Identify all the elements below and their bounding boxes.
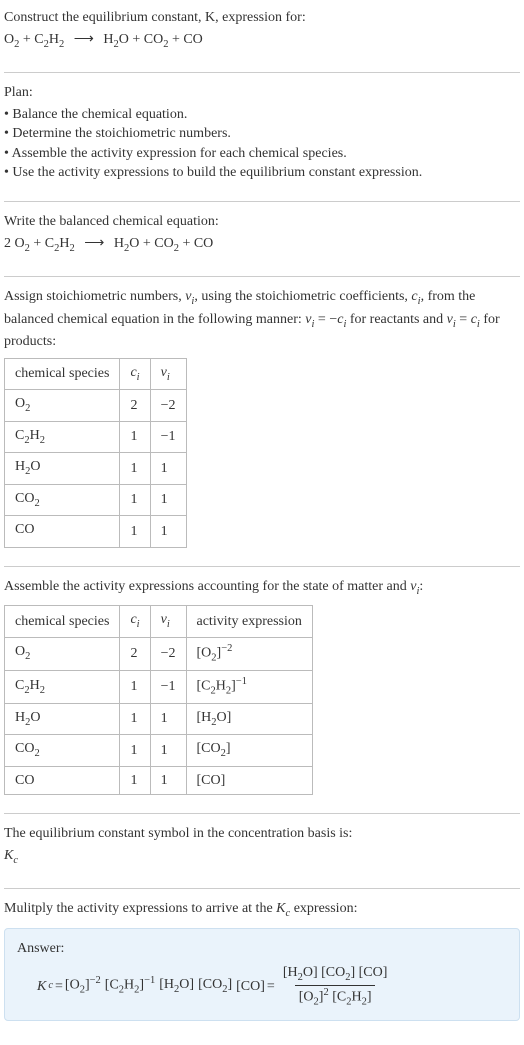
numerator: [H2O] [CO2] [CO] bbox=[279, 963, 392, 985]
plan-item: Assemble the activity expression for eac… bbox=[4, 144, 520, 164]
table-row: C2H21−1 bbox=[5, 421, 187, 452]
table-row: CO11 bbox=[5, 516, 187, 547]
arrow-icon: ⟶ bbox=[74, 32, 94, 47]
table-row: O22−2[O2]−2 bbox=[5, 637, 313, 670]
arrow-icon: ⟶ bbox=[84, 236, 104, 251]
balanced-section: Write the balanced chemical equation: 2 … bbox=[4, 212, 520, 266]
kc-symbol: Kc bbox=[4, 846, 520, 868]
divider bbox=[4, 566, 520, 567]
divider bbox=[4, 813, 520, 814]
plan-item: Use the activity expressions to build th… bbox=[4, 163, 520, 183]
activity-table: chemical species ci νi activity expressi… bbox=[4, 605, 313, 795]
assign-section: Assign stoichiometric numbers, νi, using… bbox=[4, 287, 520, 555]
col-activity: activity expression bbox=[186, 606, 312, 637]
plan-list: Balance the chemical equation. Determine… bbox=[4, 105, 520, 183]
assemble-section: Assemble the activity expressions accoun… bbox=[4, 577, 520, 804]
table-row: C2H21−1[C2H2]−1 bbox=[5, 670, 313, 703]
assemble-text: Assemble the activity expressions accoun… bbox=[4, 577, 520, 599]
table-row: O22−2 bbox=[5, 390, 187, 421]
balanced-heading: Write the balanced chemical equation: bbox=[4, 212, 520, 232]
divider bbox=[4, 276, 520, 277]
plan-item: Balance the chemical equation. bbox=[4, 105, 520, 125]
table-row: CO211 bbox=[5, 484, 187, 515]
divider bbox=[4, 72, 520, 73]
table-row: H2O11 bbox=[5, 453, 187, 484]
basis-text: The equilibrium constant symbol in the c… bbox=[4, 824, 520, 844]
table-row: CO11[CO] bbox=[5, 766, 313, 795]
table-row: H2O11[H2O] bbox=[5, 703, 313, 734]
denominator: [O2]2 [C2H2] bbox=[295, 985, 376, 1010]
col-nui: νi bbox=[150, 358, 186, 389]
plan-item: Determine the stoichiometric numbers. bbox=[4, 124, 520, 144]
plan-heading: Plan: bbox=[4, 83, 520, 103]
intro-text: Construct the equilibrium constant, K, e… bbox=[4, 8, 520, 28]
table-header-row: chemical species ci νi activity expressi… bbox=[5, 606, 313, 637]
col-ci: ci bbox=[120, 358, 150, 389]
multiply-text: Mulitply the activity expressions to arr… bbox=[4, 899, 520, 921]
divider bbox=[4, 201, 520, 202]
answer-box: Answer: Kc = [O2]−2 [C2H2]−1 [H2O] [CO2]… bbox=[4, 928, 520, 1021]
unbalanced-equation: O2 + C2H2 ⟶ H2O + CO2 + CO bbox=[4, 30, 520, 52]
multiply-section: Mulitply the activity expressions to arr… bbox=[4, 899, 520, 1029]
col-nui: νi bbox=[150, 606, 186, 637]
intro-section: Construct the equilibrium constant, K, e… bbox=[4, 8, 520, 62]
balanced-equation: 2 O2 + C2H2 ⟶ H2O + CO2 + CO bbox=[4, 234, 520, 256]
table-header-row: chemical species ci νi bbox=[5, 358, 187, 389]
stoich-table: chemical species ci νi O22−2 C2H21−1 H2O… bbox=[4, 358, 187, 548]
col-species: chemical species bbox=[5, 358, 120, 389]
col-ci: ci bbox=[120, 606, 150, 637]
fraction: [H2O] [CO2] [CO] [O2]2 [C2H2] bbox=[279, 963, 392, 1011]
intro-line1: Construct the equilibrium constant, K, e… bbox=[4, 10, 306, 25]
col-species: chemical species bbox=[5, 606, 120, 637]
answer-label: Answer: bbox=[17, 939, 507, 959]
basis-section: The equilibrium constant symbol in the c… bbox=[4, 824, 520, 878]
table-row: CO211[CO2] bbox=[5, 735, 313, 766]
divider bbox=[4, 888, 520, 889]
plan-section: Plan: Balance the chemical equation. Det… bbox=[4, 83, 520, 191]
kc-expression: Kc = [O2]−2 [C2H2]−1 [H2O] [CO2] [CO] = … bbox=[37, 963, 507, 1011]
assign-text: Assign stoichiometric numbers, νi, using… bbox=[4, 287, 520, 352]
